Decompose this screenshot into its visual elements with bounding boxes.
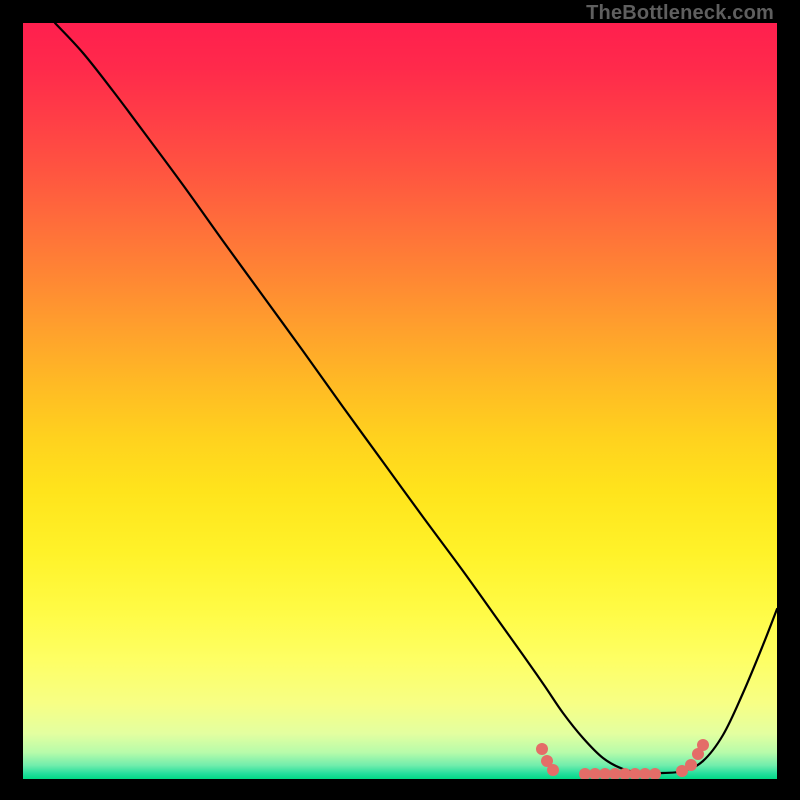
plot-area xyxy=(23,23,777,779)
gradient-background xyxy=(23,23,777,779)
chart-svg xyxy=(23,23,777,779)
chart-frame: TheBottleneck.com xyxy=(0,0,800,800)
watermark-text: TheBottleneck.com xyxy=(586,2,774,25)
valley-marker-dot xyxy=(697,739,709,751)
valley-marker-dot xyxy=(536,743,548,755)
valley-marker-dot xyxy=(547,764,559,776)
valley-marker-dot xyxy=(685,759,697,771)
